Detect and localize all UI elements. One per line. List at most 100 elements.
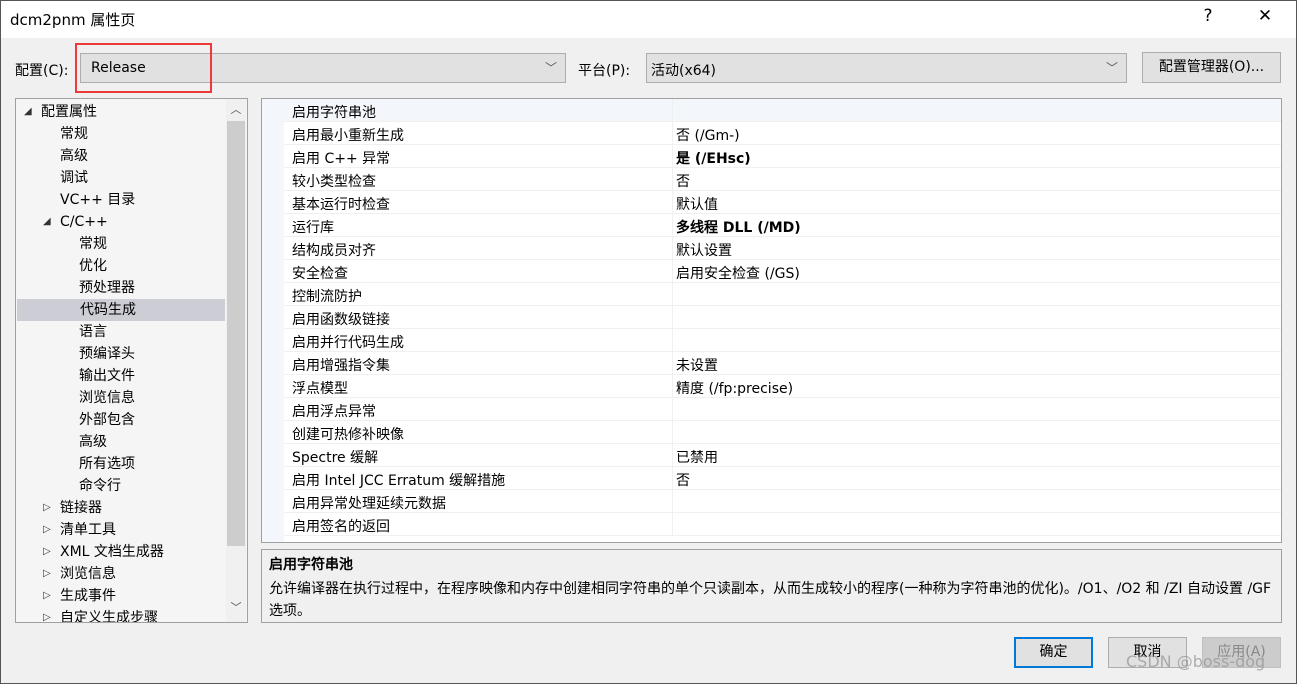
tree-item[interactable]: 高级	[16, 431, 224, 453]
property-row[interactable]: 较小类型检查 否	[284, 168, 1281, 191]
property-value[interactable]: 已禁用	[676, 447, 718, 467]
description-text: 允许编译器在执行过程中，在程序映像和内存中创建相同字符串的单个只读副本，从而生成…	[269, 581, 1272, 619]
tree-item[interactable]: 常规	[16, 123, 224, 145]
tree-item[interactable]: 语言	[16, 321, 224, 343]
tree-item[interactable]: 浏览信息	[16, 387, 224, 409]
highlight-box	[75, 43, 212, 93]
property-value[interactable]: 精度 (/fp:precise)	[676, 378, 793, 398]
property-row[interactable]: 安全检查 启用安全检查 (/GS)	[284, 260, 1281, 283]
ok-button[interactable]: 确定	[1014, 637, 1093, 668]
close-button[interactable]: ✕	[1245, 6, 1285, 26]
column-divider	[672, 99, 673, 122]
tree-item-label: 浏览信息	[60, 566, 116, 582]
property-value[interactable]: 是 (/EHsc)	[676, 148, 751, 168]
tree-item[interactable]: 调试	[16, 167, 224, 189]
property-name: 运行库	[292, 220, 334, 236]
tree-item-label: 浏览信息	[79, 390, 135, 406]
tree-item[interactable]: 预编译头	[16, 343, 224, 365]
property-row[interactable]: 启用异常处理延续元数据	[284, 490, 1281, 513]
property-value[interactable]: 启用安全检查 (/GS)	[676, 263, 800, 283]
expanded-triangle-icon[interactable]: ◢	[43, 211, 51, 233]
tree-item-label: 优化	[79, 258, 107, 274]
tree-item[interactable]: 命令行	[16, 475, 224, 497]
property-tree: ▷ 自定义生成步骤 ▷ 生成事件 ▷ 浏览信息 ▷ XML 文档生成器 ▷ 清单工具 ▷ 链接器 命令行…	[15, 98, 248, 623]
tree-item-label: 配置属性	[41, 104, 97, 120]
property-value[interactable]: 未设置	[676, 355, 718, 375]
property-row[interactable]: 启用 Intel JCC Erratum 缓解措施 否	[284, 467, 1281, 490]
tree-item[interactable]: 预处理器	[16, 277, 224, 299]
tree-item[interactable]: ▷ 浏览信息	[16, 563, 224, 585]
tree-item[interactable]: ◢ C/C++	[16, 211, 224, 233]
property-value[interactable]: 否	[676, 171, 690, 191]
property-row[interactable]: 创建可热修补映像	[284, 421, 1281, 444]
tree-item-label: 常规	[60, 126, 88, 142]
property-row[interactable]: 启用并行代码生成	[284, 329, 1281, 352]
property-value[interactable]: 多线程 DLL (/MD)	[676, 217, 801, 237]
collapsed-triangle-icon[interactable]: ▷	[43, 541, 51, 563]
property-row[interactable]: 浮点模型 精度 (/fp:precise)	[284, 375, 1281, 398]
tree-item-label: 高级	[79, 434, 107, 450]
tree-item[interactable]: VC++ 目录	[16, 189, 224, 211]
property-value[interactable]: 否 (/Gm-)	[676, 125, 740, 145]
tree-item[interactable]: 常规	[16, 233, 224, 255]
tree-item-label: 代码生成	[80, 302, 136, 318]
property-name: 启用签名的返回	[292, 519, 390, 535]
property-row[interactable]: Spectre 缓解 已禁用	[284, 444, 1281, 467]
property-value[interactable]: 默认设置	[676, 240, 732, 260]
tree-item[interactable]: ▷ 清单工具	[16, 519, 224, 541]
tree-item[interactable]: ▷ XML 文档生成器	[16, 541, 224, 563]
tree-item[interactable]: 优化	[16, 255, 224, 277]
tree-item[interactable]: ▷ 自定义生成步骤	[16, 607, 224, 622]
platform-dropdown[interactable]: 活动(x64) ﹀	[646, 53, 1127, 83]
property-row[interactable]: 启用增强指令集 未设置	[284, 352, 1281, 375]
tree-item[interactable]: 高级	[16, 145, 224, 167]
config-manager-button[interactable]: 配置管理器(O)...	[1142, 52, 1281, 83]
property-row[interactable]: 启用最小重新生成 否 (/Gm-)	[284, 122, 1281, 145]
column-divider	[672, 490, 673, 513]
property-name: 启用异常处理延续元数据	[292, 496, 446, 512]
scroll-up-icon[interactable]: ︿	[226, 101, 246, 117]
column-divider	[672, 122, 673, 145]
property-row[interactable]: 启用浮点异常	[284, 398, 1281, 421]
tree-item[interactable]: 所有选项	[16, 453, 224, 475]
column-divider	[672, 467, 673, 490]
description-title: 启用字符串池	[269, 557, 353, 573]
help-button[interactable]: ?	[1188, 6, 1228, 26]
collapsed-triangle-icon[interactable]: ▷	[43, 607, 51, 622]
tree-item-label: 生成事件	[60, 588, 116, 604]
property-value[interactable]: 默认值	[676, 194, 718, 214]
column-divider	[672, 145, 673, 168]
property-row[interactable]: 基本运行时检查 默认值	[284, 191, 1281, 214]
property-row[interactable]: 启用 C++ 异常 是 (/EHsc)	[284, 145, 1281, 168]
tree-item-label: 预编译头	[79, 346, 135, 362]
tree-item[interactable]: 外部包含	[16, 409, 224, 431]
tree-item-label: 调试	[60, 170, 88, 186]
column-divider	[672, 352, 673, 375]
tree-item[interactable]: ▷ 生成事件	[16, 585, 224, 607]
tree-item[interactable]: 输出文件	[16, 365, 224, 387]
title-bar: dcm2pnm 属性页 ? ✕	[0, 0, 1297, 38]
tree-item[interactable]: ◢ 配置属性	[16, 101, 224, 123]
collapsed-triangle-icon[interactable]: ▷	[43, 519, 51, 541]
column-divider	[672, 191, 673, 214]
property-name: 启用函数级链接	[292, 312, 390, 328]
tree-item-label: C/C++	[60, 214, 108, 230]
collapsed-triangle-icon[interactable]: ▷	[43, 585, 51, 607]
property-row[interactable]: 启用字符串池	[284, 99, 1281, 122]
column-divider	[672, 306, 673, 329]
scrollbar-thumb[interactable]	[227, 121, 245, 546]
tree-item[interactable]: ▷ 链接器	[16, 497, 224, 519]
tree-item[interactable]: 代码生成	[17, 299, 225, 321]
property-row[interactable]: 启用函数级链接	[284, 306, 1281, 329]
property-row[interactable]: 运行库 多线程 DLL (/MD)	[284, 214, 1281, 237]
collapsed-triangle-icon[interactable]: ▷	[43, 563, 51, 585]
property-row[interactable]: 启用签名的返回	[284, 513, 1281, 536]
tree-scrollbar[interactable]: ︿ ﹀	[226, 99, 246, 622]
expanded-triangle-icon[interactable]: ◢	[24, 101, 32, 123]
tree-item-label: 清单工具	[60, 522, 116, 538]
collapsed-triangle-icon[interactable]: ▷	[43, 497, 51, 519]
property-value[interactable]: 否	[676, 470, 690, 490]
property-row[interactable]: 结构成员对齐 默认设置	[284, 237, 1281, 260]
scroll-down-icon[interactable]: ﹀	[226, 599, 246, 615]
property-row[interactable]: 控制流防护	[284, 283, 1281, 306]
